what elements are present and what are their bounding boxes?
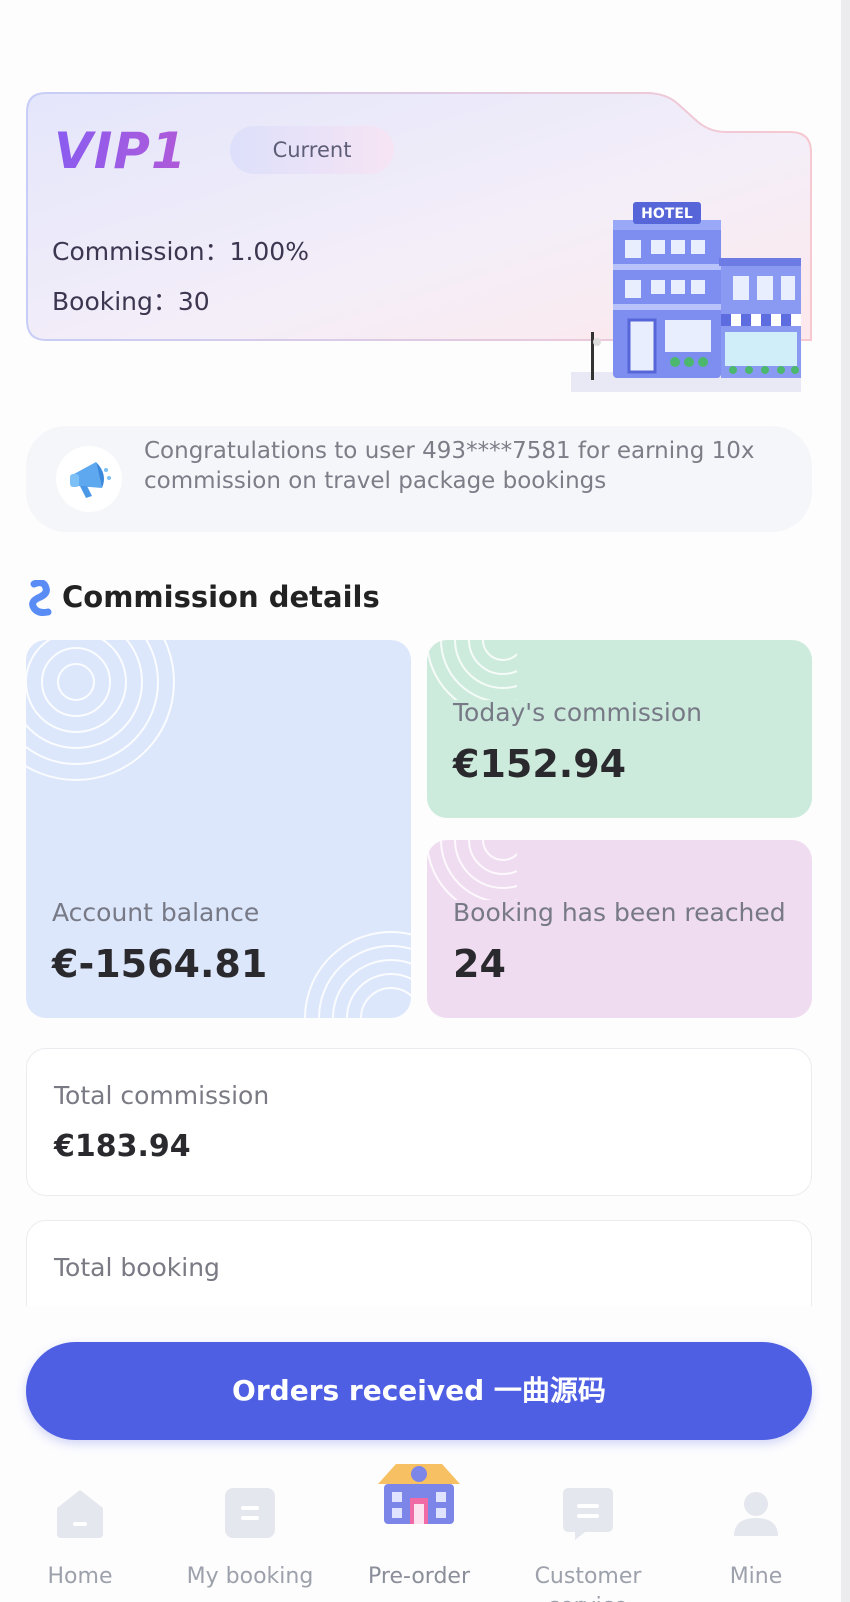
todays-commission-value: €152.94 <box>453 742 627 786</box>
vip-level-title: VIP1 <box>54 122 187 180</box>
rings-decoration <box>26 640 175 781</box>
booking-reached-label: Booking has been reached <box>453 898 786 927</box>
bottom-tab-bar: Home My booking Pre-order Customer Mine <box>0 1450 841 1602</box>
total-commission-value: €183.94 <box>54 1129 191 1164</box>
booking-reached-card: Booking has been reached 24 <box>427 840 812 1018</box>
vip-booking-count: Booking：30 <box>52 287 210 316</box>
todays-commission-card: Today's commission €152.94 <box>427 640 812 818</box>
announcement-banner[interactable]: Congratulations to user 493****7581 for … <box>26 426 812 532</box>
hotel-icon <box>378 1464 460 1524</box>
tab-label-mine: Mine <box>729 1564 783 1589</box>
vip-card: VIP1 Current Commission：1.00% Booking：30… <box>26 92 812 394</box>
scrollbar[interactable] <box>841 0 850 1602</box>
tab-label-home: Home <box>47 1564 113 1589</box>
home-icon <box>57 1490 103 1538</box>
orders-received-button[interactable]: Orders received 一曲源码 <box>26 1342 812 1440</box>
megaphone-icon <box>56 446 122 512</box>
page: VIP1 Current Commission：1.00% Booking：30… <box>0 0 850 1602</box>
user-icon <box>734 1492 778 1536</box>
rings-decoration <box>427 840 517 900</box>
total-commission-card: Total commission €183.94 <box>26 1048 812 1196</box>
account-balance-value: €-1564.81 <box>52 942 268 986</box>
section-marker-icon <box>29 580 52 616</box>
rings-decoration <box>304 931 411 1018</box>
tab-label-customer-service: Customer service <box>534 1564 642 1602</box>
vip-commission-rate: Commission：1.00% <box>52 237 309 266</box>
announcement-text: Congratulations to user 493****7581 for … <box>144 438 755 494</box>
hotel-illustration: HOTEL <box>571 202 801 392</box>
current-level-badge: Current <box>230 126 394 174</box>
hotel-sign: HOTEL <box>641 206 693 222</box>
rings-decoration <box>427 640 517 700</box>
account-balance-card: Account balance €-1564.81 <box>26 640 411 1018</box>
chat-icon <box>563 1488 613 1540</box>
total-booking-label: Total booking <box>54 1253 220 1282</box>
total-commission-label: Total commission <box>54 1081 270 1110</box>
booking-reached-value: 24 <box>453 942 506 986</box>
commission-details-title: Commission details <box>62 580 380 614</box>
tab-label-my-booking: My booking <box>186 1564 314 1589</box>
booking-list-icon <box>225 1488 275 1538</box>
account-balance-label: Account balance <box>52 898 260 927</box>
tab-label-pre-order: Pre-order <box>368 1564 470 1589</box>
todays-commission-label: Today's commission <box>453 698 702 727</box>
